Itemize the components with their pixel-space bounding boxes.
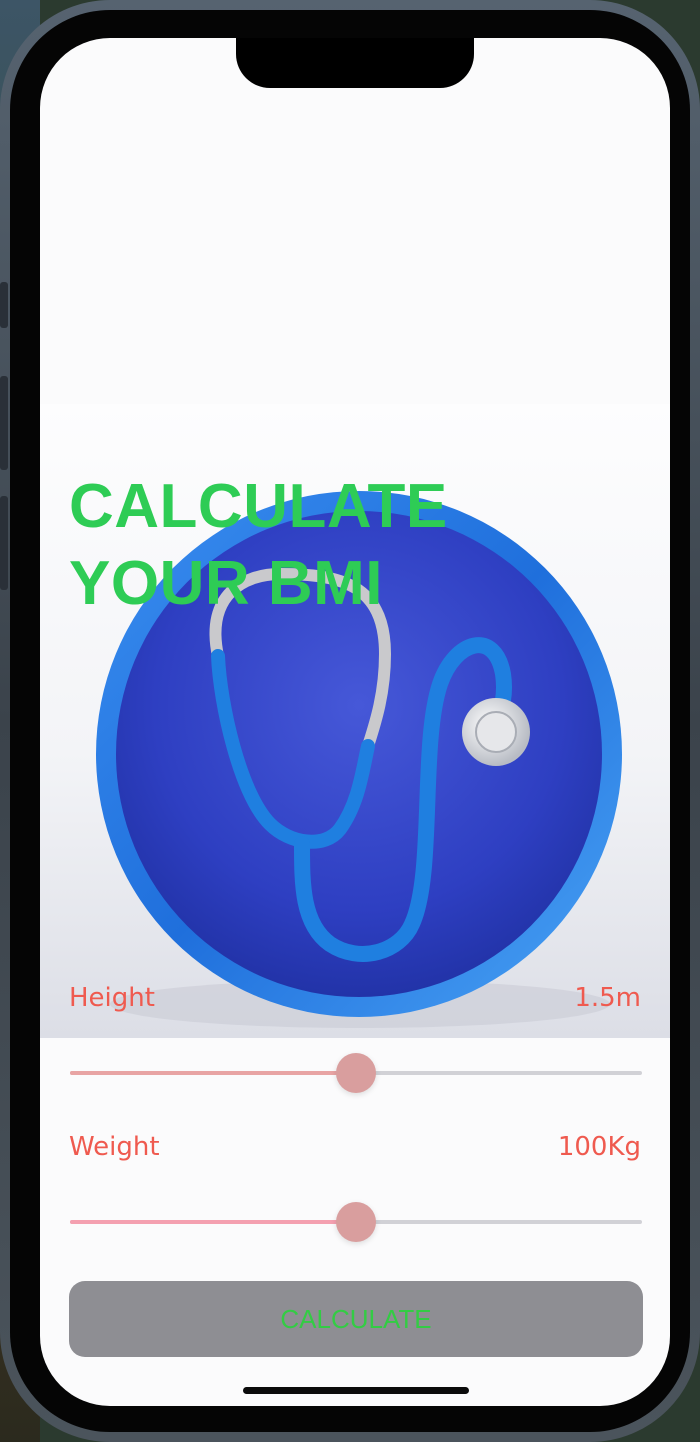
- weight-label: Weight: [69, 1132, 160, 1162]
- home-indicator[interactable]: [243, 1387, 469, 1394]
- weight-value: 100Kg: [557, 1132, 641, 1162]
- volume-down-button: [0, 496, 8, 590]
- page-title-line-1: CALCULATE: [69, 472, 448, 541]
- calculate-button[interactable]: CALCULATE: [69, 1281, 643, 1357]
- height-slider-fill: [70, 1071, 356, 1075]
- volume-up-button: [0, 376, 8, 470]
- height-slider-thumb[interactable]: [336, 1053, 376, 1093]
- calculate-button-label: CALCULATE: [280, 1303, 432, 1334]
- camera-notch: [236, 38, 474, 88]
- weight-slider-fill: [70, 1220, 356, 1224]
- height-value: 1.5m: [574, 983, 641, 1013]
- height-slider[interactable]: [70, 1053, 642, 1093]
- app-screen: CALCULATE YOUR BMI Height 1.5m Weight 10…: [40, 38, 670, 1406]
- page-title: CALCULATE YOUR BMI: [69, 468, 448, 622]
- mute-switch: [0, 282, 8, 328]
- page-title-line-2: YOUR BMI: [69, 549, 383, 618]
- weight-slider[interactable]: [70, 1202, 642, 1242]
- weight-slider-thumb[interactable]: [336, 1202, 376, 1242]
- height-label: Height: [69, 983, 155, 1013]
